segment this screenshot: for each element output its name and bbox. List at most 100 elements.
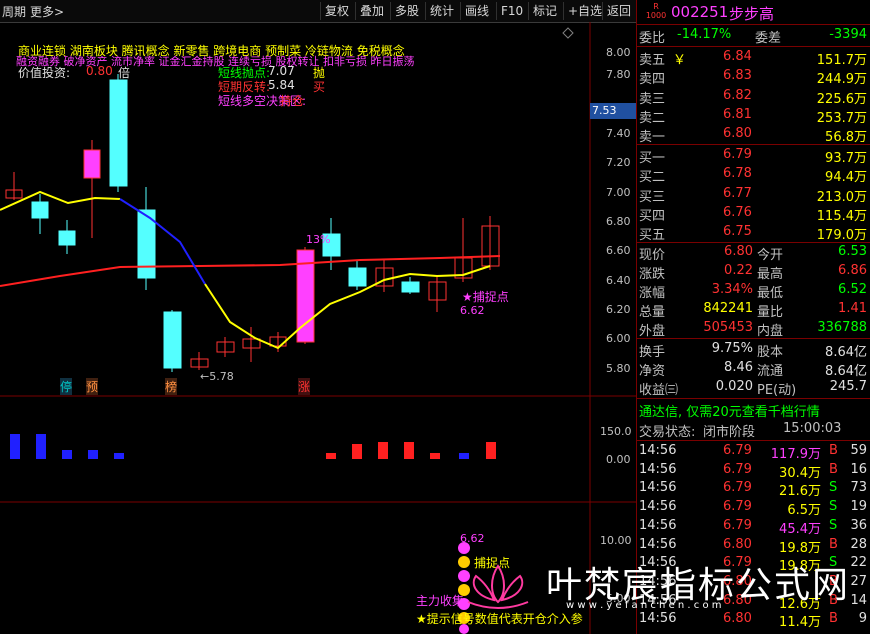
more-button[interactable]: 更多>: [30, 3, 64, 20]
tick-row: 14:56 6.79 30.4万 B 16: [637, 461, 870, 481]
stat-label: 流通: [757, 364, 784, 379]
tick-row: 14:56 6.79 117.9万 B 59: [637, 442, 870, 462]
tick-volume: 30.4万: [779, 465, 821, 481]
stat-value: 505453: [703, 320, 753, 335]
vol-y-tick: 0.00: [606, 453, 631, 466]
ma-red-line: [0, 255, 501, 287]
candle: [5, 172, 23, 200]
value-invest-unit: 倍: [118, 66, 131, 80]
stat-value: 0.020: [715, 379, 753, 394]
ask-label: 卖二: [639, 110, 666, 126]
stat-label: 净资: [639, 364, 666, 379]
overlay-button[interactable]: 叠加: [355, 2, 388, 20]
candle: [163, 310, 182, 372]
stat-label: 外盘: [639, 324, 666, 339]
tick-time: 14:56: [639, 461, 677, 477]
ask-label: 卖三: [639, 91, 666, 107]
value-invest-label: 价值投资:: [18, 66, 71, 80]
stat-value: 6.53: [838, 244, 867, 259]
tick-row: 14:56 6.79 21.6万 S 73: [637, 479, 870, 500]
ask-volume: 253.7万: [816, 110, 867, 126]
kline-chart-area[interactable]: 商业连锁 湖南板块 腾讯概念 新零售 跨境电商 预制菜 冷链物流 免税概念 融资…: [0, 22, 636, 634]
ask-label: 卖一: [639, 130, 666, 146]
back-button[interactable]: 返回: [602, 2, 635, 20]
tick-volume: 117.9万: [770, 447, 821, 462]
bid-label: 买五: [639, 228, 666, 244]
tick-volume: 45.4万: [779, 521, 821, 537]
signal-value-2: 5.84: [268, 78, 295, 92]
current-price-tag: 7.53: [592, 104, 617, 117]
y-tick: 6.40: [606, 274, 631, 287]
stat-value: 842241: [703, 301, 753, 316]
tick-row: 14:56 6.79 6.5万 S 19: [637, 498, 870, 519]
y-tick: 5.80: [606, 362, 631, 375]
y-tick: 6.20: [606, 303, 631, 316]
candle: [401, 277, 420, 294]
ask-price: 6.84: [723, 49, 752, 64]
tick-volume: 21.6万: [779, 484, 821, 500]
tick-count: 59: [850, 443, 867, 458]
tick-row: 14:56 6.80 19.8万 B 28: [637, 536, 870, 556]
bid-label: 买三: [639, 189, 666, 205]
tick-bs: S: [829, 499, 838, 515]
period-button[interactable]: 周期: [2, 3, 26, 20]
ask-price: 6.83: [723, 68, 752, 84]
stat-label: 涨幅: [639, 286, 666, 301]
stat-row: 换手 9.75% 股本 8.64亿: [637, 340, 870, 360]
bid-label: 买一: [639, 151, 666, 166]
bid-price: 6.75: [723, 224, 752, 240]
tick-time: 14:56: [639, 536, 677, 552]
candle: [428, 277, 447, 312]
draw-line-button[interactable]: 画线: [460, 2, 493, 20]
stat-value: 6.52: [838, 282, 867, 297]
fuquan-button[interactable]: 复权: [320, 2, 353, 20]
stat-value: 245.7: [829, 379, 867, 394]
stock-tags: 融资融券 破净资产 流市净率 证金汇金持股 连续亏损 股权转让 扣非亏损 昨日振…: [16, 55, 415, 68]
ask-label: 卖五: [639, 53, 666, 68]
ma-yellow-line-2: [204, 265, 491, 350]
tick-count: 73: [850, 480, 867, 496]
ask-volume: 244.9万: [816, 72, 867, 88]
stat-row: 现价 6.80 今开 6.53: [637, 243, 870, 263]
candle: [348, 260, 367, 290]
y-tick: 7.80: [606, 68, 631, 81]
tick-bs: S: [829, 517, 838, 533]
signal-value-3: 持仓: [280, 94, 305, 108]
stat-value: 8.64亿: [825, 345, 867, 360]
stat-value: 9.75%: [711, 341, 753, 356]
y-tick: 7.20: [606, 156, 631, 169]
tick-volume: 6.5万: [787, 503, 821, 519]
f10-button[interactable]: F10: [496, 2, 527, 20]
tick-count: 28: [850, 536, 867, 552]
marker-stop: 停: [60, 378, 73, 395]
stat-label: 今开: [757, 248, 784, 263]
pct-annotation: 13%: [306, 233, 331, 246]
candle: [58, 220, 76, 254]
add-watchlist-button[interactable]: +自选: [563, 2, 606, 20]
candle: [190, 352, 209, 370]
bid-volume: 213.0万: [816, 189, 867, 205]
signal-action-2: 买: [313, 80, 326, 94]
stat-label: 量比: [757, 305, 784, 320]
stat-label: 最低: [757, 286, 784, 301]
tick-price: 6.79: [723, 499, 752, 515]
candle: [375, 260, 394, 292]
bid-price: 6.76: [723, 204, 752, 220]
ask-volume: 56.8万: [825, 130, 867, 146]
stat-value: 6.80: [724, 244, 753, 259]
tick-row: 14:56 6.79 45.4万 S 36: [637, 517, 870, 537]
ask-price: 6.80: [723, 126, 752, 142]
capture-price-annotation: 6.62: [460, 304, 485, 317]
quote-panel: R 1000 002251 步步高 委比 -14.17% 委差 -3394 卖五 ￥…: [636, 0, 870, 634]
ad-banner[interactable]: 通达信, 仅需20元查看千档行情: [637, 400, 870, 420]
stat-row: 涨跌 0.22 最高 6.86: [637, 262, 870, 282]
statistics-button[interactable]: 统计: [425, 2, 458, 20]
tick-price: 6.79: [723, 517, 752, 533]
ask-row: 卖二 6.81 253.7万: [637, 106, 870, 126]
tick-count: 19: [850, 499, 867, 515]
mark-button[interactable]: 标记: [528, 2, 561, 20]
watermark-url: w w w . y e f a n c h e n . c o m: [566, 600, 722, 611]
stat-value: 1.41: [838, 301, 867, 316]
y-tick: 7.40: [606, 127, 631, 140]
multi-stock-button[interactable]: 多股: [390, 2, 423, 20]
